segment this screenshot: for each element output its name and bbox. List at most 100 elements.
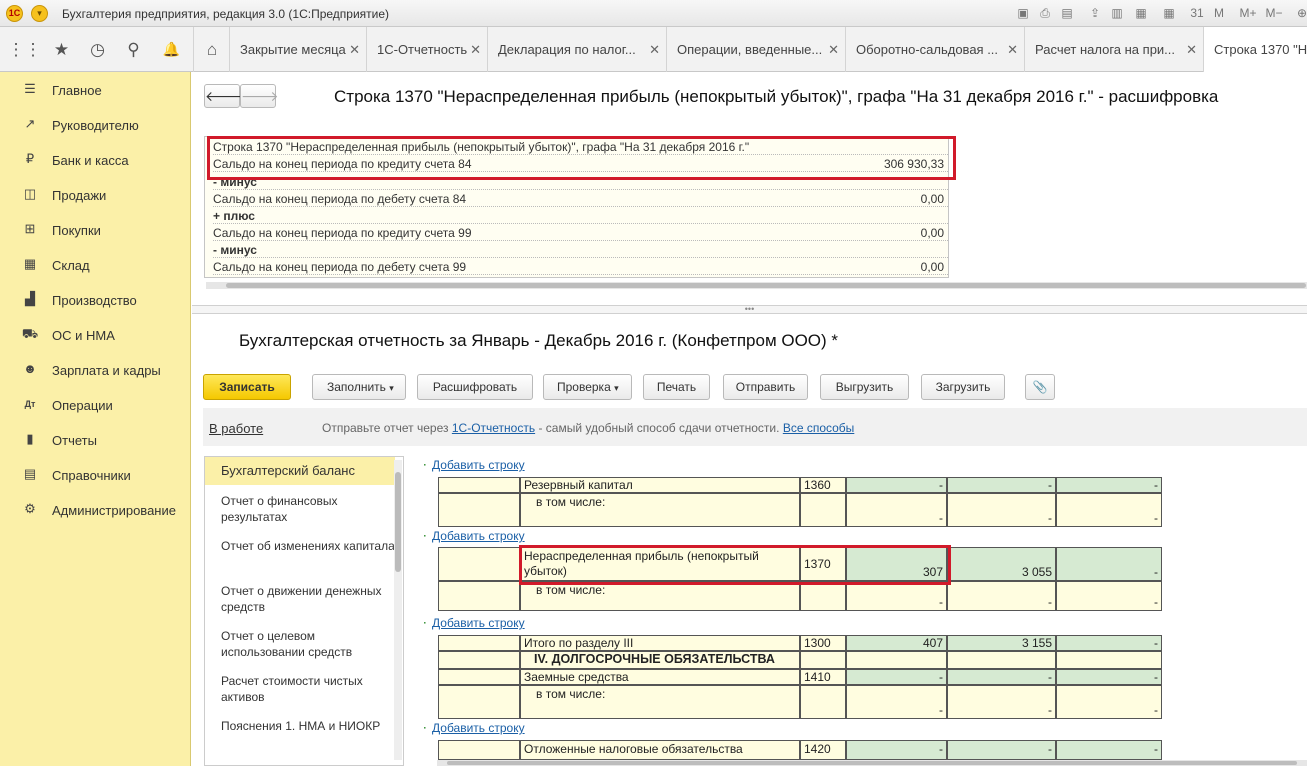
truck-icon: ⛟ [21,326,39,341]
report-section-item[interactable]: Отчет об изменениях капитала [205,532,395,576]
fill-label: Заполнить [327,380,386,394]
calendar-icon[interactable]: 31 [1188,5,1206,22]
preview-icon[interactable]: ▤ [1058,5,1076,22]
decode-row: + плюс [213,209,948,223]
row-name: Отложенные налоговые обязательства [524,742,743,756]
sidebar-item-4[interactable]: ⊞ Покупки [0,213,190,248]
add-row-button[interactable]: + Добавить строку [424,616,525,630]
title-bar: 1С ▾ Бухгалтерия предприятия, редакция 3… [0,0,1307,27]
m-icon[interactable]: M [1210,5,1228,22]
sidebar-item-9[interactable]: Дт Операции [0,388,190,423]
status-message: Отправьте отчет через 1С-Отчетность - са… [322,421,854,435]
favorites-icon[interactable]: ★ [43,27,80,72]
add-row-button[interactable]: + Добавить строку [424,529,525,543]
close-icon[interactable]: ✕ [649,27,660,72]
row-code-cell [800,685,846,719]
splitter[interactable]: ••• [192,305,1307,314]
import-button[interactable]: Загрузить [921,374,1005,400]
home-icon[interactable]: ⌂ [193,27,230,72]
tab-label: Закрытие месяца [240,42,346,57]
close-icon[interactable]: ✕ [1186,27,1197,72]
cell-value: - [1048,670,1052,684]
highlight-box-decode [207,136,956,180]
tab-0[interactable]: Закрытие месяца ✕ [229,27,366,72]
report-section-item[interactable]: Отчет о целевом использовании средств [205,622,395,666]
reporting-link[interactable]: 1С-Отчетность [452,421,535,435]
attach-icon[interactable]: ⇪ [1086,5,1104,22]
report-section-item[interactable]: Отчет о финансовых результатах [205,487,395,531]
including-label: в том числе: [536,495,606,509]
value-cell-2[interactable] [947,651,1056,669]
fill-button[interactable]: Заполнить ▾ [312,374,406,400]
close-icon[interactable]: ✕ [349,27,360,72]
row-marker-cell [438,493,520,527]
all-methods-link[interactable]: Все способы [783,421,855,435]
save-icon[interactable]: ▣ [1014,5,1032,22]
plus-icon: + [424,721,426,735]
add-row-label: Добавить строку [432,616,525,630]
status-link[interactable]: В работе [209,421,263,436]
print-button[interactable]: Печать [643,374,710,400]
row-marker-cell [438,635,520,651]
zoom-icon[interactable]: ⊕ [1290,5,1307,22]
report-section-item[interactable]: Отчет о движении денежных средств [205,577,395,621]
decode-button[interactable]: Расшифровать [417,374,533,400]
sidebar-item-5[interactable]: ▦ Склад [0,248,190,283]
sidebar-item-2[interactable]: ₽ Банк и касса [0,143,190,178]
tab-1[interactable]: 1С-Отчетность ✕ [366,27,487,72]
apps-grid-icon[interactable]: ⋮⋮ [6,27,43,72]
person-icon: ☻ [23,361,37,376]
add-row-button[interactable]: + Добавить строку [424,458,525,472]
search-icon[interactable]: ⚲ [115,27,152,72]
sidebar-item-label: Операции [52,398,113,413]
window-title: Бухгалтерия предприятия, редакция 3.0 (1… [62,7,390,21]
app-logo-icon: 1С [6,5,23,22]
ruble-icon: ₽ [25,151,35,166]
sidebar-item-7[interactable]: ⛟ ОС и НМА [0,318,190,353]
decode-scrollbar[interactable] [206,282,1307,289]
sidebar-item-11[interactable]: ▤ Справочники [0,458,190,493]
send-button[interactable]: Отправить [723,374,808,400]
sidebar-item-8[interactable]: ☻ Зарплата и кадры [0,353,190,388]
notifications-bell-icon[interactable]: 🔔 [153,27,190,72]
mminus-icon[interactable]: M− [1262,5,1286,22]
calc-icon[interactable]: ▦ [1160,5,1178,22]
sidebar-item-6[interactable]: ▟ Производство [0,283,190,318]
close-icon[interactable]: ✕ [470,27,481,72]
sidebar-item-3[interactable]: ◫ Продажи [0,178,190,213]
tab-3[interactable]: Операции, введенные... ✕ [666,27,845,72]
copy-icon[interactable]: ▥ [1108,5,1126,22]
export-button[interactable]: Выгрузить [820,374,909,400]
save-button[interactable]: Записать [203,374,291,400]
tab-4[interactable]: Оборотно-сальдовая ... ✕ [845,27,1024,72]
sidebar-item-10[interactable]: ▮ Отчеты [0,423,190,458]
report-section-item[interactable]: Расчет стоимости чистых активов [205,667,395,711]
report-section-item[interactable]: Пояснения 1. НМА и НИОКР [205,712,395,756]
close-icon[interactable]: ✕ [828,27,839,72]
row-marker-cell [438,651,520,669]
add-row-button[interactable]: + Добавить строку [424,721,525,735]
sidebar-item-0[interactable]: ☰ Главное [0,73,190,108]
list-scrollbar[interactable] [394,460,402,760]
check-button[interactable]: Проверка ▾ [543,374,632,400]
cell-value: - [1154,565,1158,579]
grid-scrollbar[interactable] [437,760,1307,766]
forward-button[interactable]: 🡒 [240,84,279,108]
back-button[interactable]: 🡐 [204,84,243,108]
value-cell-3[interactable] [1056,651,1162,669]
history-icon[interactable]: ◷ [79,27,116,72]
value-cell-1[interactable] [846,651,947,669]
print-icon[interactable]: ⎙ [1036,5,1054,22]
report-section-item[interactable]: Бухгалтерский баланс [205,457,395,485]
mplus-icon[interactable]: M+ [1236,5,1260,22]
sidebar-item-label: Справочники [52,468,131,483]
close-icon[interactable]: ✕ [1007,27,1018,72]
sidebar-item-1[interactable]: ↗ Руководителю [0,108,190,143]
tab-5[interactable]: Расчет налога на при... ✕ [1024,27,1203,72]
main-menu-button[interactable]: ▾ [31,5,48,22]
attach-button[interactable]: 📎 [1025,374,1055,400]
tab-2[interactable]: Декларация по налог... ✕ [487,27,666,72]
compare-icon[interactable]: ▦ [1132,5,1150,22]
sidebar-item-12[interactable]: ⚙ Администрирование [0,493,190,528]
tab-6[interactable]: Строка 1370 "Нерас... [1203,27,1307,72]
